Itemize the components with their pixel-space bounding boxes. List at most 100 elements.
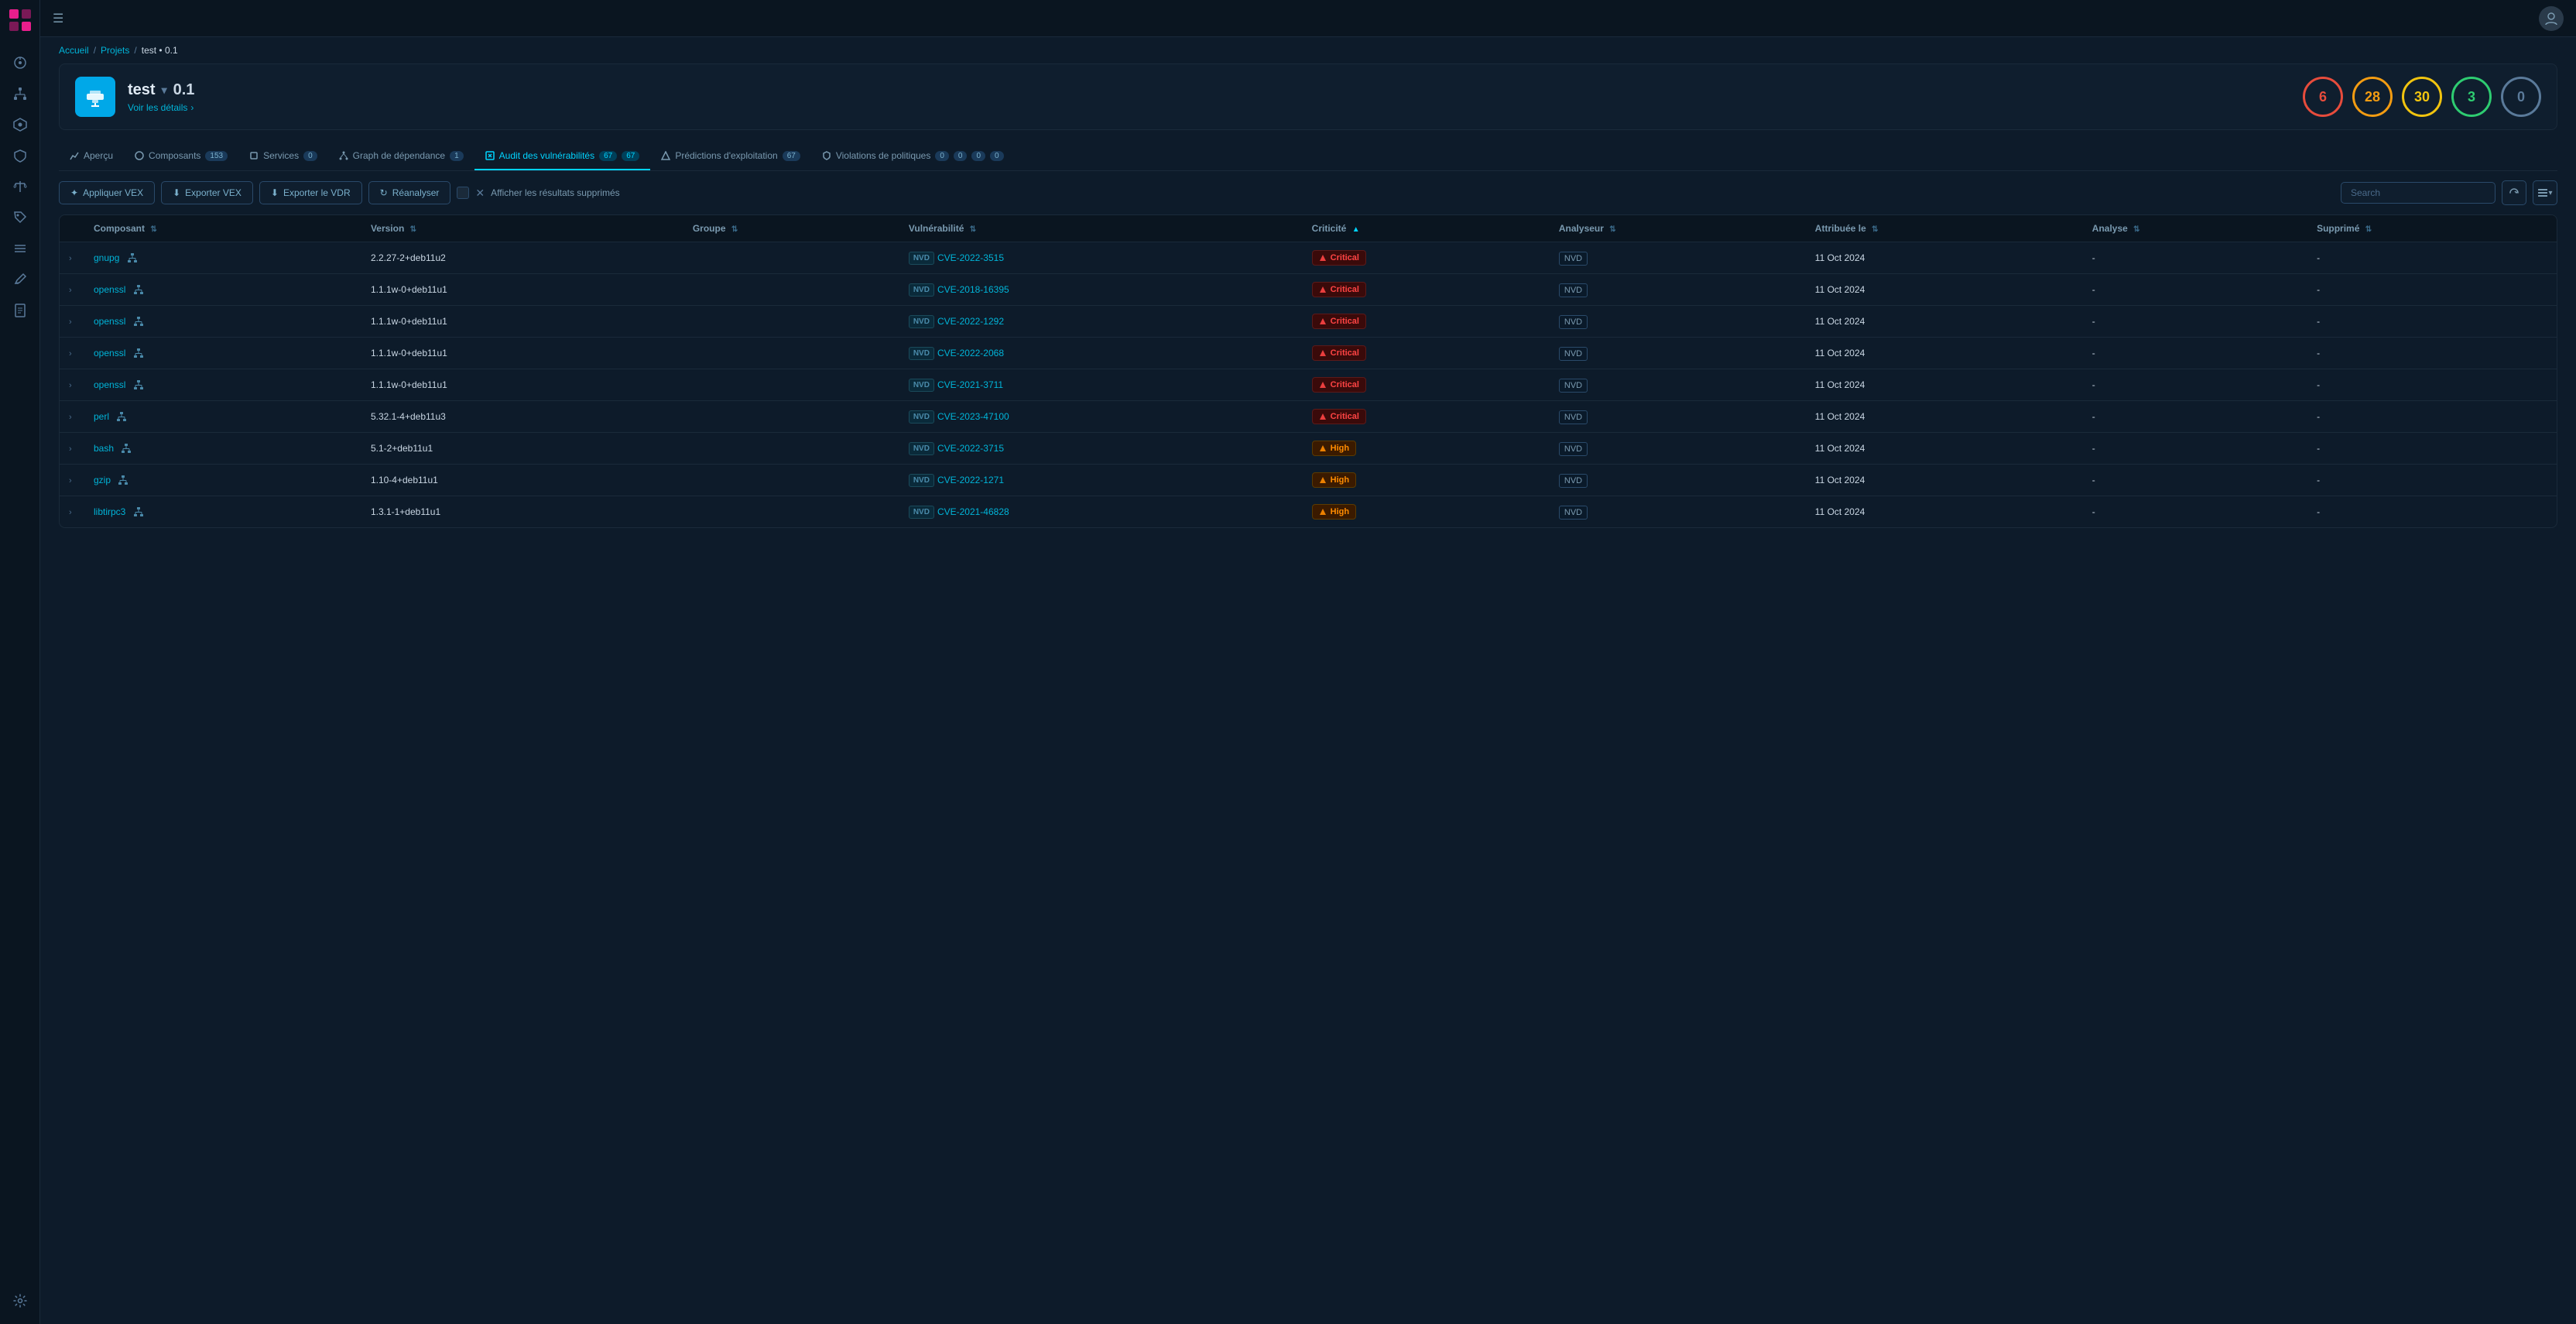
criticality-icon bbox=[1319, 444, 1327, 452]
breadcrumb-home[interactable]: Accueil bbox=[59, 45, 89, 56]
row-criticality-cell: Critical bbox=[1303, 401, 1550, 433]
component-name[interactable]: gnupg bbox=[94, 252, 119, 263]
col-composant[interactable]: Composant ⇅ bbox=[84, 215, 361, 242]
user-avatar[interactable] bbox=[2539, 6, 2564, 31]
project-detail-link[interactable]: Voir les détails › bbox=[128, 102, 194, 113]
criticality-badge: High bbox=[1312, 441, 1356, 456]
sidebar-item-settings[interactable] bbox=[6, 1287, 34, 1315]
sidebar-item-org[interactable] bbox=[6, 80, 34, 108]
search-input[interactable] bbox=[2341, 182, 2496, 204]
col-supprime[interactable]: Supprimé ⇅ bbox=[2307, 215, 2557, 242]
component-tree-icon[interactable] bbox=[133, 348, 144, 358]
col-attribuee[interactable]: Attribuée le ⇅ bbox=[1806, 215, 2083, 242]
component-name[interactable]: openssl bbox=[94, 284, 125, 295]
sidebar-item-list[interactable] bbox=[6, 235, 34, 262]
cve-link[interactable]: CVE-2022-3515 bbox=[937, 252, 1004, 263]
row-group-cell bbox=[683, 465, 899, 496]
expand-icon[interactable]: › bbox=[69, 349, 72, 358]
tab-vulnerabilites[interactable]: Audit des vulnérabilités 67 67 bbox=[474, 142, 651, 170]
tab-dependance[interactable]: Graph de dépendance 1 bbox=[328, 142, 474, 170]
cve-link[interactable]: CVE-2022-1271 bbox=[937, 475, 1004, 485]
component-name[interactable]: perl bbox=[94, 411, 109, 422]
sort-vuln-icon: ⇅ bbox=[970, 225, 976, 234]
component-tree-icon[interactable] bbox=[116, 411, 127, 422]
component-name[interactable]: libtirpc3 bbox=[94, 506, 125, 517]
apply-vex-button[interactable]: ✦ Appliquer VEX bbox=[59, 181, 155, 204]
component-name[interactable]: bash bbox=[94, 443, 114, 454]
nvd-badge: NVD bbox=[909, 347, 934, 360]
expand-icon[interactable]: › bbox=[69, 476, 72, 485]
sidebar-item-doc[interactable] bbox=[6, 297, 34, 324]
expand-icon[interactable]: › bbox=[69, 508, 72, 517]
component-tree-icon[interactable] bbox=[133, 506, 144, 517]
export-vex-button[interactable]: ⬇ Exporter VEX bbox=[161, 181, 253, 204]
politiques-badge-1: 0 bbox=[935, 151, 949, 161]
expand-icon[interactable]: › bbox=[69, 381, 72, 390]
row-analyzer-cell: NVD bbox=[1550, 306, 1806, 338]
sidebar-item-shield[interactable] bbox=[6, 142, 34, 170]
cve-link[interactable]: CVE-2021-46828 bbox=[937, 506, 1009, 517]
breadcrumb-current: test • 0.1 bbox=[142, 45, 178, 56]
expand-icon[interactable]: › bbox=[69, 317, 72, 327]
row-date-cell: 11 Oct 2024 bbox=[1806, 306, 2083, 338]
expand-icon[interactable]: › bbox=[69, 254, 72, 263]
col-groupe[interactable]: Groupe ⇅ bbox=[683, 215, 899, 242]
sidebar-item-dashboard[interactable] bbox=[6, 49, 34, 77]
expand-icon[interactable]: › bbox=[69, 413, 72, 422]
menu-icon[interactable]: ☰ bbox=[53, 11, 63, 26]
criticality-icon bbox=[1319, 413, 1327, 420]
component-tree-icon[interactable] bbox=[133, 316, 144, 327]
cve-link[interactable]: CVE-2021-3711 bbox=[937, 379, 1003, 390]
sort-composant-icon: ⇅ bbox=[150, 225, 156, 234]
sidebar-item-scale[interactable] bbox=[6, 173, 34, 201]
component-tree-icon[interactable] bbox=[127, 252, 138, 263]
component-tree-icon[interactable] bbox=[133, 379, 144, 390]
suppress-checkbox[interactable] bbox=[457, 187, 469, 199]
col-analyse[interactable]: Analyse ⇅ bbox=[2083, 215, 2307, 242]
dropdown-icon: ▾ bbox=[2548, 189, 2552, 197]
tab-services[interactable]: Services 0 bbox=[238, 142, 328, 170]
col-criticite[interactable]: Criticité ▲ bbox=[1303, 215, 1550, 242]
cve-link[interactable]: CVE-2022-3715 bbox=[937, 443, 1004, 454]
sidebar-item-tags[interactable] bbox=[6, 204, 34, 232]
component-name[interactable]: openssl bbox=[94, 316, 125, 327]
export-vdr-button[interactable]: ⬇ Exporter le VDR bbox=[259, 181, 362, 204]
project-name: test bbox=[128, 81, 156, 99]
clear-button[interactable]: ✕ bbox=[475, 187, 485, 200]
cve-link[interactable]: CVE-2018-16395 bbox=[937, 284, 1009, 295]
tab-composants[interactable]: Composants 153 bbox=[124, 142, 238, 170]
criticality-icon bbox=[1319, 508, 1327, 516]
tab-apercu[interactable]: Aperçu bbox=[59, 142, 124, 170]
reanalyze-button[interactable]: ↻ Réanalyser bbox=[368, 181, 451, 204]
component-name[interactable]: openssl bbox=[94, 348, 125, 358]
refresh-button[interactable] bbox=[2502, 180, 2526, 205]
toolbar: ✦ Appliquer VEX ⬇ Exporter VEX ⬇ Exporte… bbox=[59, 180, 2557, 205]
sidebar-item-components[interactable] bbox=[6, 111, 34, 139]
project-info: test ▾ 0.1 Voir les détails › bbox=[75, 77, 194, 117]
component-tree-icon[interactable] bbox=[118, 475, 128, 485]
col-analyseur[interactable]: Analyseur ⇅ bbox=[1550, 215, 1806, 242]
analyzer-badge: NVD bbox=[1559, 410, 1588, 424]
view-toggle-button[interactable]: ▾ bbox=[2533, 180, 2557, 205]
col-version[interactable]: Version ⇅ bbox=[361, 215, 683, 242]
app-logo[interactable] bbox=[9, 9, 31, 33]
row-version-cell: 5.32.1-4+deb11u3 bbox=[361, 401, 683, 433]
component-name[interactable]: openssl bbox=[94, 379, 125, 390]
project-dropdown-icon[interactable]: ▾ bbox=[162, 84, 167, 97]
tab-politiques[interactable]: Violations de politiques 0 0 0 0 bbox=[811, 142, 1015, 170]
component-tree-icon[interactable] bbox=[121, 443, 132, 454]
expand-icon[interactable]: › bbox=[69, 286, 72, 295]
row-component-cell: perl bbox=[84, 401, 361, 433]
nvd-badge: NVD bbox=[909, 474, 934, 487]
cve-link[interactable]: CVE-2023-47100 bbox=[937, 411, 1009, 422]
component-tree-icon[interactable] bbox=[133, 284, 144, 295]
breadcrumb-projects[interactable]: Projets bbox=[101, 45, 129, 56]
cve-link[interactable]: CVE-2022-1292 bbox=[937, 316, 1004, 327]
badge-high: 28 bbox=[2352, 77, 2393, 117]
component-name[interactable]: gzip bbox=[94, 475, 111, 485]
sidebar-item-edit[interactable] bbox=[6, 266, 34, 293]
cve-link[interactable]: CVE-2022-2068 bbox=[937, 348, 1004, 358]
col-vulnerabilite[interactable]: Vulnérabilité ⇅ bbox=[899, 215, 1303, 242]
expand-icon[interactable]: › bbox=[69, 444, 72, 454]
tab-exploitation[interactable]: Prédictions d'exploitation 67 bbox=[650, 142, 811, 170]
